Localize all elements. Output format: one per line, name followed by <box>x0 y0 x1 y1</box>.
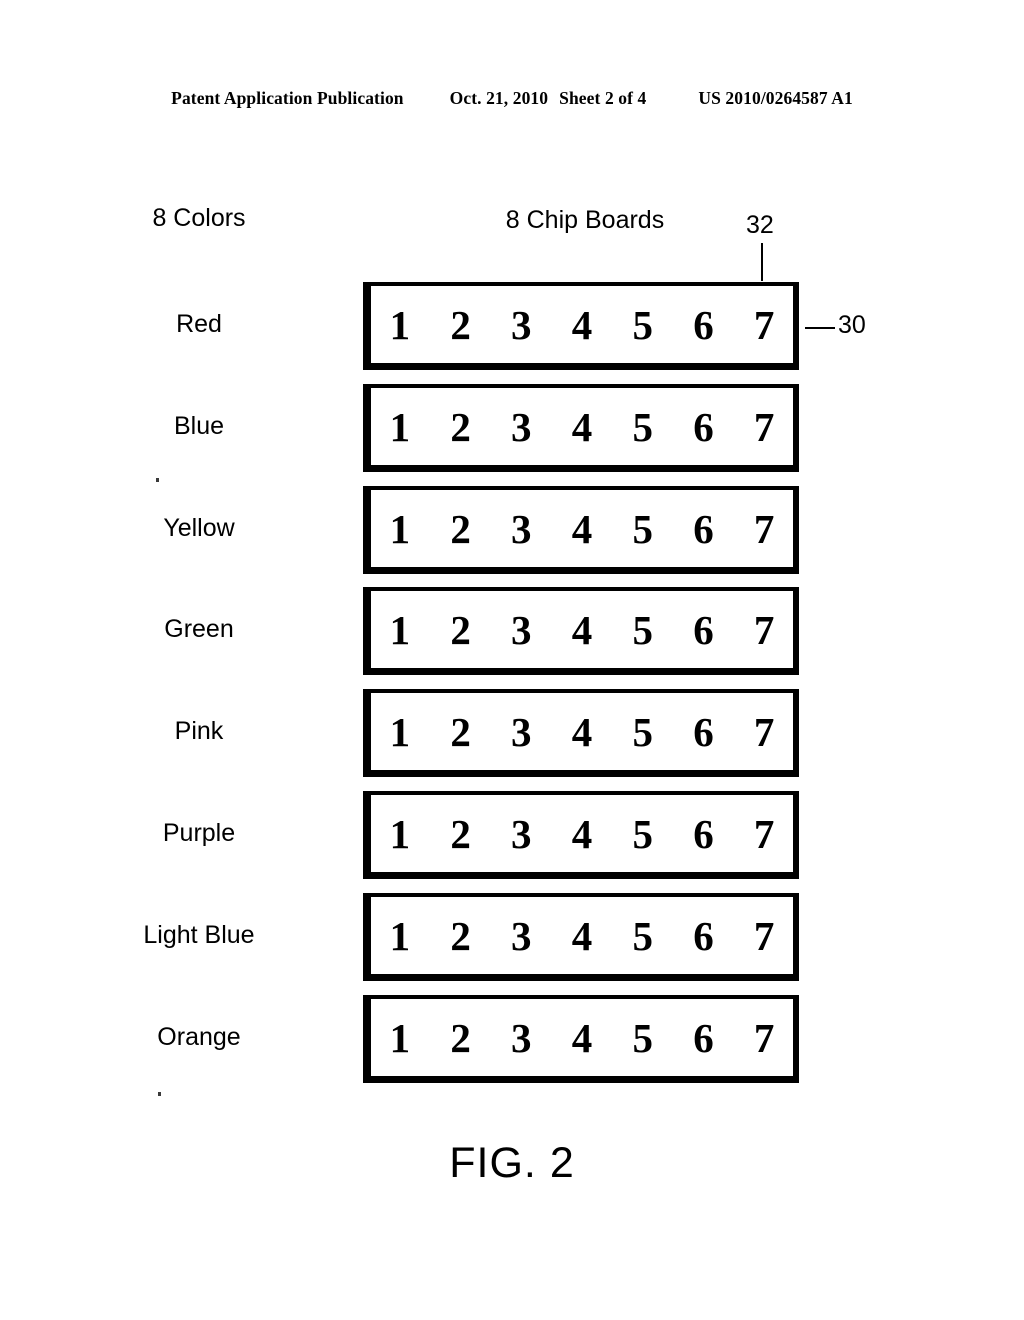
chip: 2 <box>431 491 490 567</box>
color-label-blue: Blue <box>173 411 225 440</box>
chip: 4 <box>553 898 611 974</box>
chip: 3 <box>492 898 551 974</box>
chip: 3 <box>492 797 551 872</box>
chip-board: 1234567 <box>363 994 799 1083</box>
chip: 6 <box>674 1000 733 1076</box>
reference-numeral-30: 30 <box>838 311 866 339</box>
chip-board: 1234567 <box>363 587 799 676</box>
chip: 1 <box>371 695 429 771</box>
color-label-yellow: Yellow <box>163 513 235 542</box>
chip: 1 <box>371 797 429 872</box>
chip: 6 <box>674 898 733 974</box>
chip: 2 <box>431 1000 490 1076</box>
chip: 1 <box>371 1000 429 1076</box>
chip: 1 <box>371 288 429 363</box>
chip: 7 <box>735 695 794 771</box>
chip-board: 1234567 <box>363 892 799 981</box>
chip: 4 <box>553 288 611 363</box>
scan-speck <box>156 478 159 482</box>
chip-board: 1234567 <box>363 791 799 879</box>
chip: 4 <box>553 797 611 872</box>
chip: 3 <box>492 389 551 465</box>
chip: 1 <box>371 593 429 669</box>
chip: 7 <box>735 491 794 567</box>
chip: 4 <box>553 593 611 669</box>
chip: 5 <box>613 593 672 669</box>
color-label-light-blue: Light Blue <box>143 920 255 949</box>
chip: 5 <box>613 1000 672 1076</box>
chip: 1 <box>371 491 429 567</box>
chip: 4 <box>553 1000 611 1076</box>
chip: 5 <box>613 695 672 771</box>
chip-board-inner-frame: 1234567 <box>371 387 794 465</box>
chip: 7 <box>735 389 794 465</box>
chip: 3 <box>492 695 551 771</box>
figure-2-drawing: 8 Colors 8 Chip Boards 32 30 Red 1 2 3 4 5 6 7 B… <box>0 0 1024 1320</box>
colors-column-heading: 8 Colors <box>152 204 246 232</box>
chip: 5 <box>613 898 672 974</box>
chip-board-inner-frame: 1234567 <box>371 896 794 974</box>
color-label-pink: Pink <box>174 717 224 746</box>
chip: 6 <box>674 797 733 872</box>
chip: 3 <box>492 491 551 567</box>
chip-board: 1234567 <box>363 383 799 472</box>
chip-board-inner-frame: 1234567 <box>371 591 794 669</box>
chip: 6 <box>674 288 733 363</box>
color-label-orange: Orange <box>157 1022 241 1051</box>
scan-speck <box>158 1092 161 1096</box>
chip: 2 <box>431 797 490 872</box>
chip: 3 <box>492 288 551 363</box>
reference-numeral-32: 32 <box>746 211 774 239</box>
chip-board: 1234567 <box>363 689 799 778</box>
chip: 5 <box>613 288 672 363</box>
chip: 5 <box>613 491 672 567</box>
chip: 2 <box>431 593 490 669</box>
chip-board-inner-frame: 1234567 <box>371 286 794 363</box>
chip-board: 1234567 <box>363 282 799 370</box>
chip: 6 <box>674 695 733 771</box>
chip-boards-column-heading: 8 Chip Boards <box>505 206 665 234</box>
chip: 6 <box>674 491 733 567</box>
chip: 6 <box>674 389 733 465</box>
chip-board-inner-frame: 1234567 <box>371 489 794 567</box>
chip: 3 <box>492 1000 551 1076</box>
chip: 3 <box>492 593 551 669</box>
chip: 6 <box>674 593 733 669</box>
chip: 7 <box>735 593 794 669</box>
chip: 5 <box>613 389 672 465</box>
chip: 1 <box>371 389 429 465</box>
chip: 2 <box>431 695 490 771</box>
reference-numeral-32-leader-line <box>761 243 763 281</box>
chip-board: 1234567 <box>363 485 799 574</box>
chip-board-inner-frame: 1234567 <box>371 795 794 872</box>
chip: 1 <box>371 898 429 974</box>
chip: 2 <box>431 389 490 465</box>
reference-numeral-30-leader-line <box>805 327 835 329</box>
chip: 2 <box>431 898 490 974</box>
chip: 7 <box>735 797 794 872</box>
chip: 4 <box>553 695 611 771</box>
chip: 7 <box>735 1000 794 1076</box>
chip: 7 <box>735 288 794 363</box>
color-label-red: Red <box>176 310 222 338</box>
chip: 2 <box>431 288 490 363</box>
chip: 4 <box>553 491 611 567</box>
color-label-purple: Purple <box>162 819 236 847</box>
figure-caption: FIG. 2 <box>449 1139 575 1187</box>
chip: 5 <box>613 797 672 872</box>
chip: 4 <box>553 389 611 465</box>
chip-board-inner-frame: 1234567 <box>371 693 794 771</box>
color-label-green: Green <box>164 615 234 644</box>
chip: 7 <box>735 898 794 974</box>
chip-board-inner-frame: 1234567 <box>371 998 794 1076</box>
